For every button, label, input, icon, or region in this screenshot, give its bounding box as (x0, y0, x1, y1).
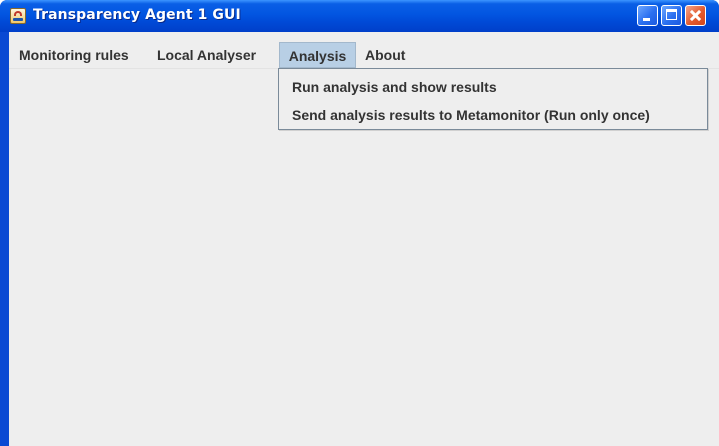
maximize-icon (666, 9, 677, 20)
menu-item-run-analysis[interactable]: Run analysis and show results (292, 75, 497, 99)
app-window: Transparency Agent 1 GUI Monitoring rule… (0, 0, 719, 446)
minimize-button[interactable] (637, 5, 658, 26)
close-icon (686, 6, 705, 25)
window-title: Transparency Agent 1 GUI (33, 7, 241, 23)
menu-monitoring-rules[interactable]: Monitoring rules (19, 42, 129, 68)
menu-analysis[interactable]: Analysis (279, 42, 356, 68)
analysis-dropdown-menu: Run analysis and show results Send analy… (278, 68, 708, 130)
maximize-button[interactable] (661, 5, 682, 26)
minimize-icon (643, 18, 650, 21)
menu-local-analyser[interactable]: Local Analyser (157, 42, 256, 68)
menu-item-send-results[interactable]: Send analysis results to Metamonitor (Ru… (292, 103, 650, 127)
menu-about[interactable]: About (365, 42, 405, 68)
close-button[interactable] (685, 5, 706, 26)
java-icon[interactable] (10, 8, 26, 24)
title-bar[interactable]: Transparency Agent 1 GUI (0, 0, 719, 32)
